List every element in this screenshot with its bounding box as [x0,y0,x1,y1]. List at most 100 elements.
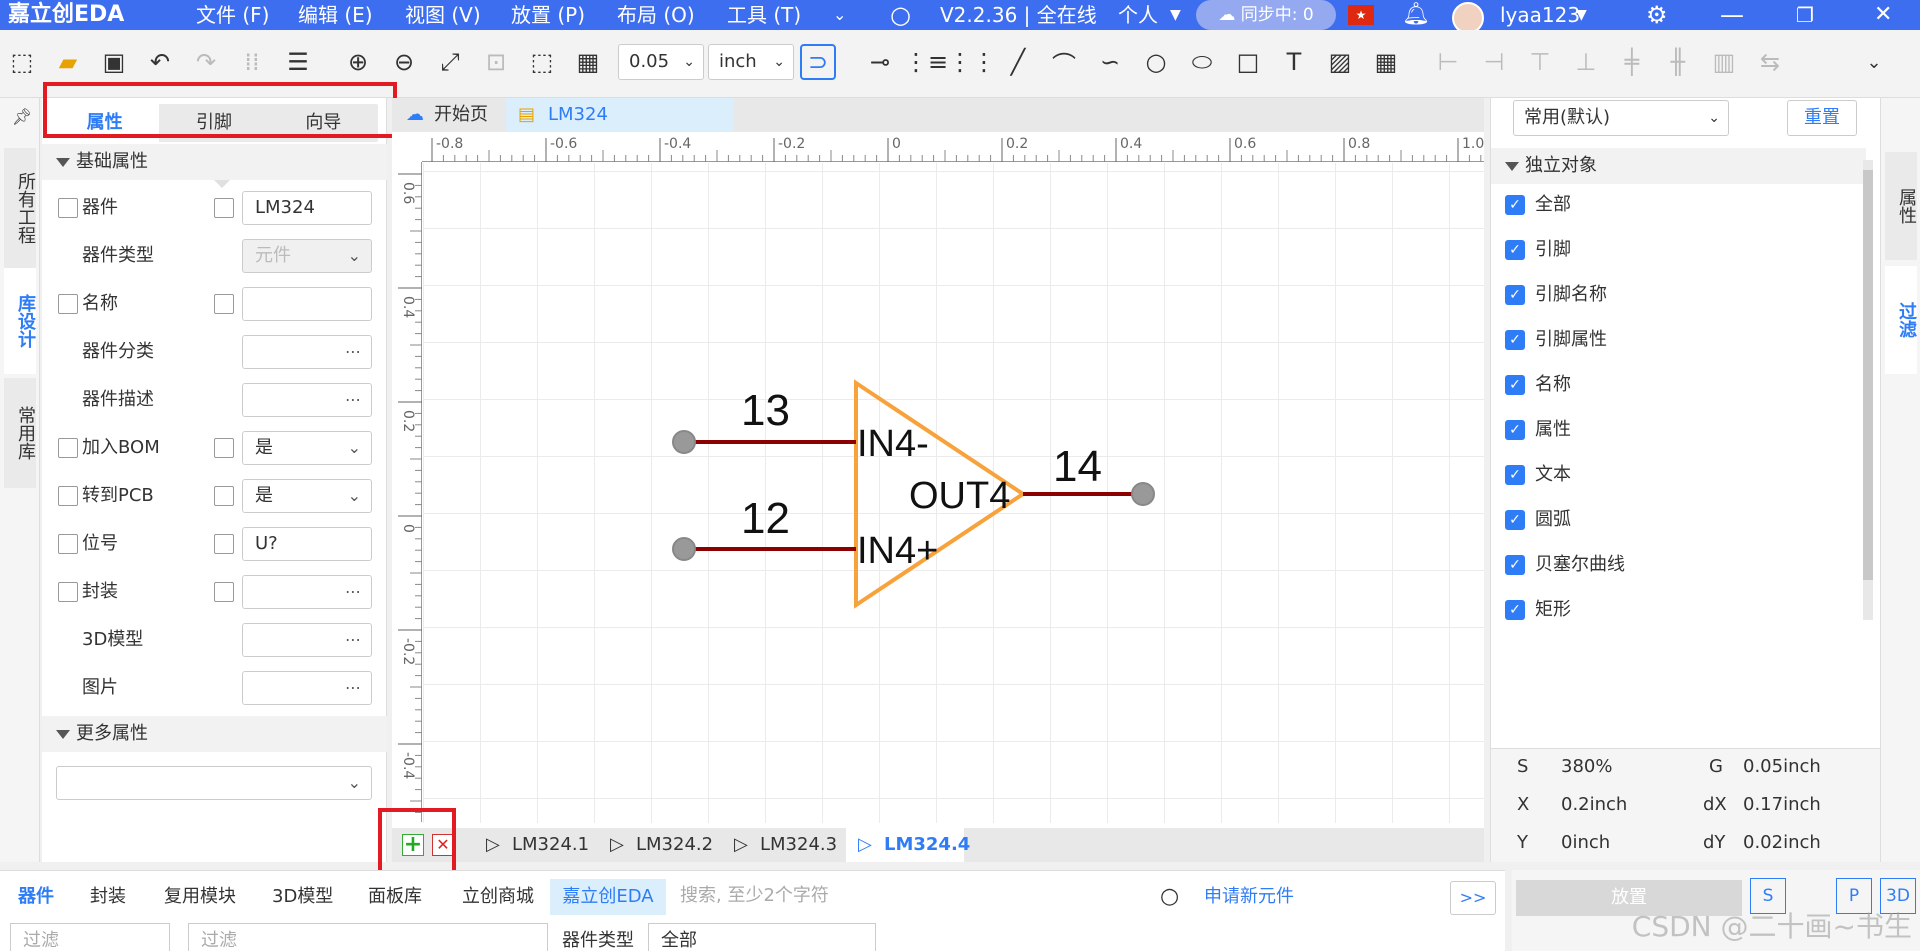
more-properties-select[interactable]: ⌄ [56,766,372,800]
toolbar-more-chevron-icon[interactable]: ⌄ [1856,44,1892,80]
pin-13-endpoint[interactable] [672,430,696,454]
part-tab-2[interactable]: ▷ LM324.2 [598,828,716,862]
checkbox-checked-icon[interactable]: ✓ [1505,465,1525,485]
find-icon[interactable]: ☰ [280,44,316,80]
minimize-icon[interactable]: — [1720,0,1744,30]
menu-layout[interactable]: 布局 (O) [617,0,695,30]
left-tab-all-projects[interactable]: 所有工程 [4,148,36,268]
save-icon[interactable]: ▣ [96,44,132,80]
pin-13-name[interactable]: IN4- [857,423,929,465]
restore-icon[interactable]: ❐ [1796,0,1814,30]
lib-tab-3d[interactable]: 3D模型 [272,879,333,915]
prop-input-name[interactable] [242,287,372,321]
app-logo[interactable]: 嘉立创EDA [8,0,124,30]
section-basic-properties[interactable]: 基础属性 [42,144,387,180]
checkbox-checked-icon[interactable]: ✓ [1505,285,1525,305]
src-tab-jlceda[interactable]: 嘉立创EDA [550,879,666,915]
checkbox-checked-icon[interactable]: ✓ [1505,510,1525,530]
pin-12-number[interactable]: 12 [741,494,790,543]
prop-input-description[interactable]: ⋯ [242,383,372,417]
grid-size-select[interactable]: 0.05 ⌄ [618,44,704,80]
select-tool-icon[interactable]: ⬚ [4,44,40,80]
sync-status[interactable]: ☁ 同步中: 0 [1196,0,1336,30]
username[interactable]: lyaa123 [1500,0,1580,30]
zoom-area-icon[interactable]: ⊡ [478,44,514,80]
table-icon[interactable]: ▦ [1368,44,1404,80]
lib-tab-panel[interactable]: 面板库 [368,879,422,915]
pin-icon[interactable]: 📌︎ [4,98,40,134]
section-more-properties[interactable]: 更多属性 [42,716,387,752]
pin-12-endpoint[interactable] [672,537,696,561]
prop-checkbox[interactable] [58,438,78,458]
pin-tool-icon[interactable]: ⊸ [862,44,898,80]
prop-lock-checkbox[interactable] [214,198,234,218]
china-flag-icon[interactable]: ★ [1348,5,1374,25]
filter-item[interactable]: ✓ 名称 [1505,368,1571,402]
user-chevron-icon[interactable]: ▼ [1576,0,1587,30]
filter-group-header[interactable]: 独立对象 [1491,148,1866,184]
filter-input-1[interactable]: 过滤 [10,923,170,951]
more-icon[interactable]: ⋯ [345,576,361,608]
text-icon[interactable]: T [1276,44,1312,80]
filter-item[interactable]: ✓ 全部 [1505,188,1571,222]
folder-icon[interactable]: ▰ [50,44,86,80]
more-icon[interactable]: ⋯ [345,624,361,656]
arc-icon[interactable]: ⌒ [1046,44,1082,80]
reset-button[interactable]: 重置 [1787,100,1857,136]
search-icon[interactable]: ○ [1160,879,1179,915]
filter-item[interactable]: ✓ 圆弧 [1505,503,1571,537]
redo-icon[interactable]: ↷ [188,44,224,80]
unit-select[interactable]: inch ⌄ [708,44,794,80]
prop-input-category[interactable]: ⋯ [242,335,372,369]
prop-lock-checkbox[interactable] [214,534,234,554]
close-icon[interactable]: ✕ [1874,0,1892,30]
prop-input-device[interactable]: LM324 [242,191,372,225]
prop-lock-checkbox[interactable] [214,294,234,314]
library-search-input[interactable]: 搜索, 至少2个字符 [668,879,1190,915]
bezier-icon[interactable]: ∽ [1092,44,1128,80]
align-hcenter-icon[interactable]: ╪ [1614,44,1650,80]
pin-14-number[interactable]: 14 [1053,442,1102,491]
search-icon[interactable]: ○ [890,0,911,30]
src-tab-lcsc[interactable]: 立创商城 [448,879,548,915]
zoom-in-icon[interactable]: ⊕ [340,44,376,80]
menu-more-chevron-icon[interactable]: ⌄ [833,0,846,30]
grid-icon[interactable]: ▦ [570,44,606,80]
lib-tab-device[interactable]: 器件 [18,879,54,915]
fit-all-icon[interactable]: ⤢ [432,44,468,80]
undo-icon[interactable]: ↶ [142,44,178,80]
prop-select-type[interactable]: 元件 ⌄ [242,239,372,273]
checkbox-checked-icon[interactable]: ✓ [1505,600,1525,620]
filter-input-2[interactable]: 过滤 [188,923,548,951]
part-tab-1[interactable]: ▷ LM324.1 [474,828,592,862]
schematic-canvas[interactable]: 13 12 14 IN4- IN4+ OUT4 [423,163,1484,823]
workspace-chevron-icon[interactable]: ▼ [1170,0,1181,30]
pin-14-name[interactable]: OUT4 [909,475,1010,517]
part-tab-4-active[interactable]: ▷ LM324.4 [846,828,970,862]
prop-checkbox[interactable] [58,198,78,218]
align-vcenter-icon[interactable]: ╫ [1660,44,1696,80]
prop-select-bom[interactable]: 是 ⌄ [242,431,372,465]
menu-place[interactable]: 放置 (P) [511,0,585,30]
prop-checkbox[interactable] [58,582,78,602]
checkbox-checked-icon[interactable]: ✓ [1505,420,1525,440]
part-tab-3[interactable]: ▷ LM324.3 [722,828,840,862]
distribute-icon[interactable]: ▥ [1706,44,1742,80]
filter-scrollbar[interactable] [1863,160,1873,620]
apply-new-part-link[interactable]: 申请新元件 [1204,879,1294,915]
more-icon[interactable]: ⋯ [345,336,361,368]
prop-checkbox[interactable] [58,486,78,506]
pin-13-number[interactable]: 13 [741,386,790,435]
filter-item[interactable]: ✓ 贝塞尔曲线 [1505,548,1625,582]
menu-view[interactable]: 视图 (V) [405,0,481,30]
zoom-out-icon[interactable]: ⊖ [386,44,422,80]
select-area-icon[interactable]: ⬚ [524,44,560,80]
prop-input-image[interactable]: ⋯ [242,671,372,705]
right-tab-properties[interactable]: 属性 [1885,152,1917,260]
prop-lock-checkbox[interactable] [214,438,234,458]
image-icon[interactable]: ▨ [1322,44,1358,80]
left-tab-common-library[interactable]: 常用库 [4,378,36,488]
arrange-icon[interactable]: ⇆ [1752,44,1788,80]
bus-icon[interactable]: ⋮⋮ [948,44,996,80]
checkbox-checked-icon[interactable]: ✓ [1505,195,1525,215]
